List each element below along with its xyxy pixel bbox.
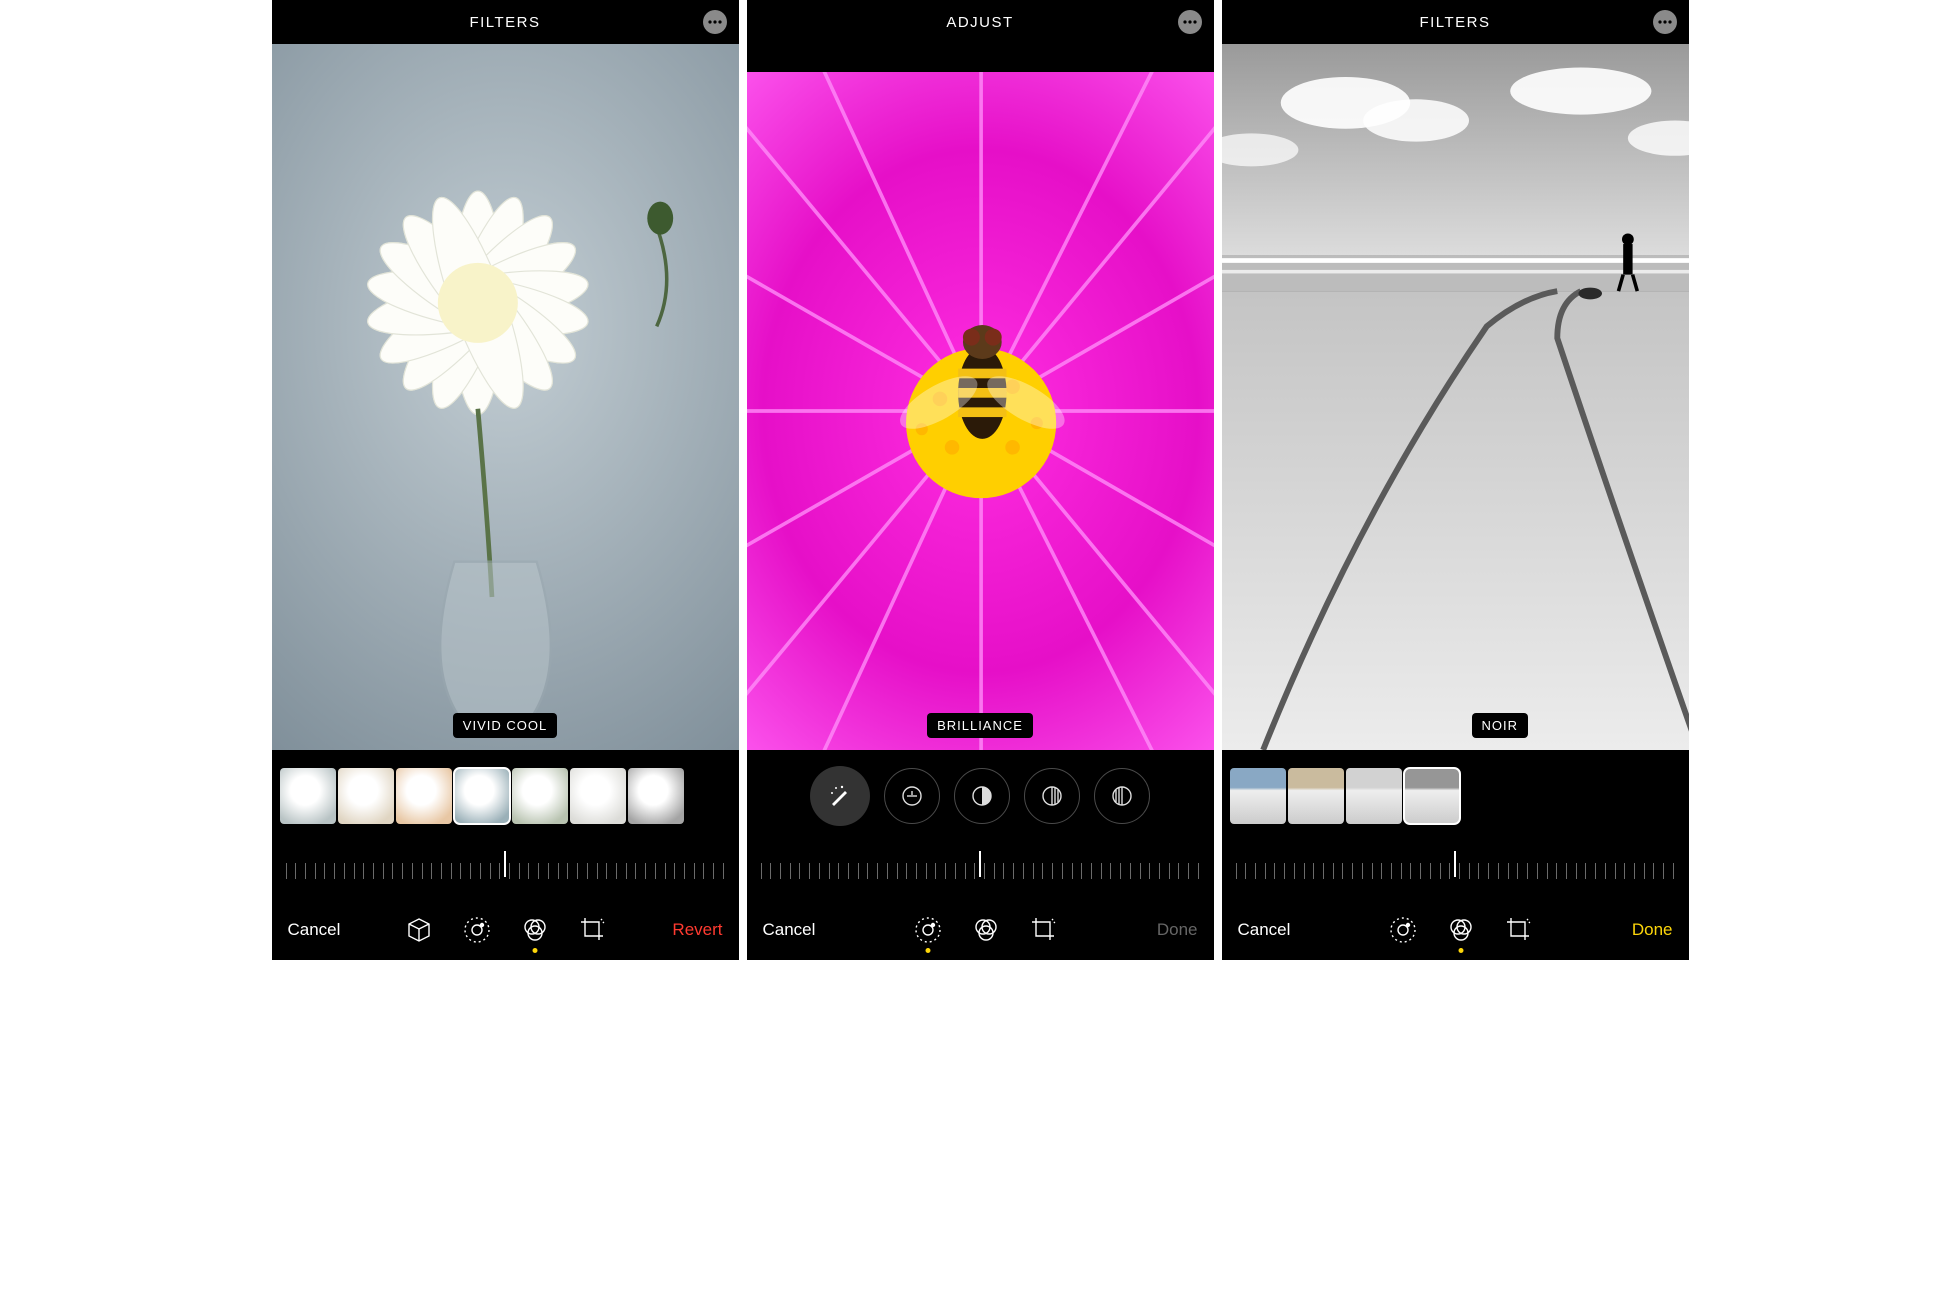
topbar-title: ADJUST — [946, 14, 1013, 31]
active-dot — [1459, 948, 1464, 953]
tool-icons — [913, 915, 1059, 945]
cancel-button[interactable]: Cancel — [288, 920, 341, 940]
filter-name-badge: NOIR — [1472, 713, 1529, 738]
more-button[interactable] — [703, 10, 727, 34]
more-button[interactable] — [1653, 10, 1677, 34]
adjust-button[interactable] — [913, 915, 943, 945]
adjust-button[interactable] — [462, 915, 492, 945]
adjust-icon — [463, 916, 491, 944]
filters-button[interactable] — [520, 915, 550, 945]
filters-icon — [1447, 916, 1475, 944]
done-button[interactable]: Done — [1632, 920, 1673, 940]
white-flower-photo — [272, 44, 739, 750]
highlights-icon — [1041, 785, 1063, 807]
cube-icon — [406, 917, 432, 943]
adjust-icon — [914, 916, 942, 944]
crop-icon — [1030, 916, 1058, 944]
filter-thumbnail[interactable] — [280, 768, 336, 824]
tool-icons — [404, 915, 608, 945]
adjust-icon — [1389, 916, 1417, 944]
filter-thumbnail[interactable] — [1346, 768, 1402, 824]
done-button[interactable]: Done — [1157, 920, 1198, 940]
tool-icons — [1388, 915, 1534, 945]
filter-thumbnail[interactable] — [1230, 768, 1286, 824]
filter-thumbnail[interactable] — [396, 768, 452, 824]
filter-thumbnails — [272, 750, 739, 842]
filter-thumbnail[interactable] — [454, 768, 510, 824]
shadows-button[interactable] — [1094, 768, 1150, 824]
crop-button[interactable] — [1504, 915, 1534, 945]
filter-thumbnail[interactable] — [570, 768, 626, 824]
revert-button[interactable]: Revert — [672, 920, 722, 940]
phone-screen-filters-vivid: FILTERS VIVID COOL — [272, 0, 739, 960]
highlights-button[interactable] — [1024, 768, 1080, 824]
adjust-button[interactable] — [1388, 915, 1418, 945]
filters-icon — [972, 916, 1000, 944]
filters-button[interactable] — [1446, 915, 1476, 945]
adjust-name-badge: BRILLIANCE — [927, 713, 1033, 738]
beach-bw-photo — [1222, 44, 1689, 750]
exposure-icon — [901, 785, 923, 807]
filter-thumbnail[interactable] — [628, 768, 684, 824]
topbar: ADJUST — [747, 0, 1214, 44]
filter-thumbnail[interactable] — [1288, 768, 1344, 824]
adjust-controls — [747, 750, 1214, 842]
topbar-title: FILTERS — [1419, 14, 1490, 31]
filter-name-badge: VIVID COOL — [453, 713, 557, 738]
filters-icon — [521, 916, 549, 944]
filters-button[interactable] — [971, 915, 1001, 945]
crop-button[interactable] — [1029, 915, 1059, 945]
filter-thumbnail[interactable] — [1404, 768, 1460, 824]
crop-icon — [579, 916, 607, 944]
exposure-button[interactable] — [884, 768, 940, 824]
topbar: FILTERS — [272, 0, 739, 44]
phone-screen-filters-noir: FILTERS NOIR — [1222, 0, 1689, 960]
intensity-slider[interactable] — [272, 842, 739, 900]
more-button[interactable] — [1178, 10, 1202, 34]
brilliance-button[interactable] — [954, 768, 1010, 824]
adjust-slider[interactable] — [747, 842, 1214, 900]
brilliance-icon — [971, 785, 993, 807]
bottom-toolbar: Cancel Done — [1222, 900, 1689, 960]
topbar-title: FILTERS — [469, 14, 540, 31]
photo-preview[interactable]: VIVID COOL — [272, 44, 739, 750]
live-photo-button[interactable] — [404, 915, 434, 945]
crop-button[interactable] — [578, 915, 608, 945]
bottom-toolbar: Cancel Done — [747, 900, 1214, 960]
ellipsis-icon — [1658, 20, 1672, 24]
thumbnail-row[interactable] — [280, 768, 684, 824]
active-dot — [533, 948, 538, 953]
filter-thumbnails — [1222, 750, 1689, 842]
cancel-button[interactable]: Cancel — [1238, 920, 1291, 940]
pink-flower-bee-photo — [747, 72, 1214, 750]
shadows-icon — [1111, 785, 1133, 807]
spacer — [747, 44, 1214, 72]
phone-screen-adjust: ADJUST — [747, 0, 1214, 960]
cancel-button[interactable]: Cancel — [763, 920, 816, 940]
crop-icon — [1505, 916, 1533, 944]
auto-enhance-button[interactable] — [810, 766, 870, 826]
thumbnail-row[interactable] — [1230, 768, 1460, 824]
filter-thumbnail[interactable] — [512, 768, 568, 824]
intensity-slider[interactable] — [1222, 842, 1689, 900]
topbar: FILTERS — [1222, 0, 1689, 44]
wand-icon — [828, 784, 852, 808]
ellipsis-icon — [1183, 20, 1197, 24]
filter-thumbnail[interactable] — [338, 768, 394, 824]
active-dot — [926, 948, 931, 953]
bottom-toolbar: Cancel Revert — [272, 900, 739, 960]
ellipsis-icon — [708, 20, 722, 24]
photo-preview[interactable]: NOIR — [1222, 44, 1689, 750]
photo-preview[interactable]: BRILLIANCE — [747, 72, 1214, 750]
